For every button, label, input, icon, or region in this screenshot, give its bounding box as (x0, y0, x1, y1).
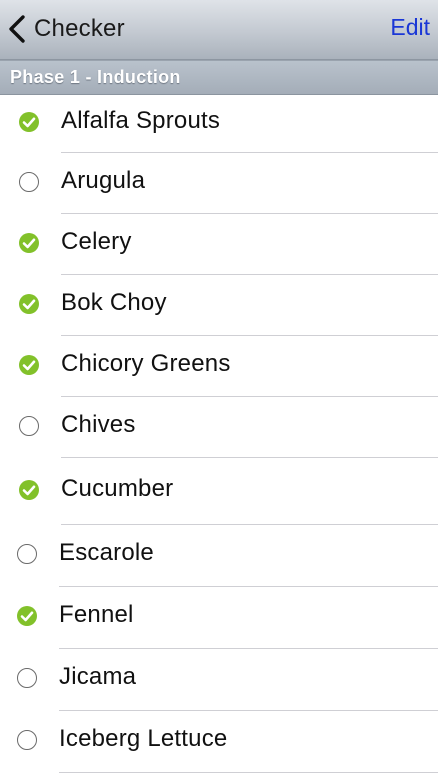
empty-circle-icon[interactable] (19, 416, 39, 436)
navigation-bar: Checker Edit (0, 0, 438, 60)
list-item-label: Chives (61, 411, 136, 438)
list-item[interactable]: Escarole (0, 525, 438, 587)
back-button[interactable]: Checker (6, 12, 125, 46)
list-item[interactable]: Bok Choy (0, 275, 438, 336)
list-item-label: Escarole (59, 539, 154, 566)
list-item[interactable]: Jicama (0, 649, 438, 711)
food-list: Alfalfa Sprouts Arugula Celery Bok Choy Chic… (0, 95, 438, 773)
chevron-left-icon (9, 15, 25, 43)
checkmark-circle-icon[interactable] (17, 606, 37, 626)
checkmark-circle-icon[interactable] (19, 355, 39, 375)
list-item-label: Cucumber (61, 475, 174, 502)
back-button-label: Checker (34, 15, 125, 42)
list-item[interactable]: Fennel (0, 587, 438, 649)
list-item-label: Chicory Greens (61, 350, 231, 377)
edit-button[interactable]: Edit (390, 14, 430, 41)
checkmark-circle-icon[interactable] (19, 112, 39, 132)
checkmark-circle-icon[interactable] (19, 233, 39, 253)
list-item-label: Fennel (59, 601, 134, 628)
empty-circle-icon[interactable] (17, 668, 37, 688)
empty-circle-icon[interactable] (19, 172, 39, 192)
section-header: Phase 1 - Induction (0, 60, 438, 95)
empty-circle-icon[interactable] (17, 544, 37, 564)
list-item-label: Iceberg Lettuce (59, 725, 228, 752)
list-item[interactable]: Chicory Greens (0, 336, 438, 397)
list-item-label: Bok Choy (61, 289, 167, 316)
list-item[interactable]: Iceberg Lettuce (0, 711, 438, 773)
checkmark-circle-icon[interactable] (19, 294, 39, 314)
list-item-label: Arugula (61, 167, 146, 194)
empty-circle-icon[interactable] (17, 730, 37, 750)
list-item[interactable]: Cucumber (0, 458, 438, 525)
list-item[interactable]: Arugula (0, 153, 438, 214)
section-title: Phase 1 - Induction (10, 67, 181, 87)
list-item-label: Jicama (59, 663, 137, 690)
list-item[interactable]: Celery (0, 214, 438, 275)
list-item-label: Celery (61, 228, 132, 255)
list-item[interactable]: Chives (0, 397, 438, 458)
list-item-label: Alfalfa Sprouts (61, 107, 221, 134)
list-item[interactable]: Alfalfa Sprouts (0, 95, 438, 153)
checkmark-circle-icon[interactable] (19, 480, 39, 500)
